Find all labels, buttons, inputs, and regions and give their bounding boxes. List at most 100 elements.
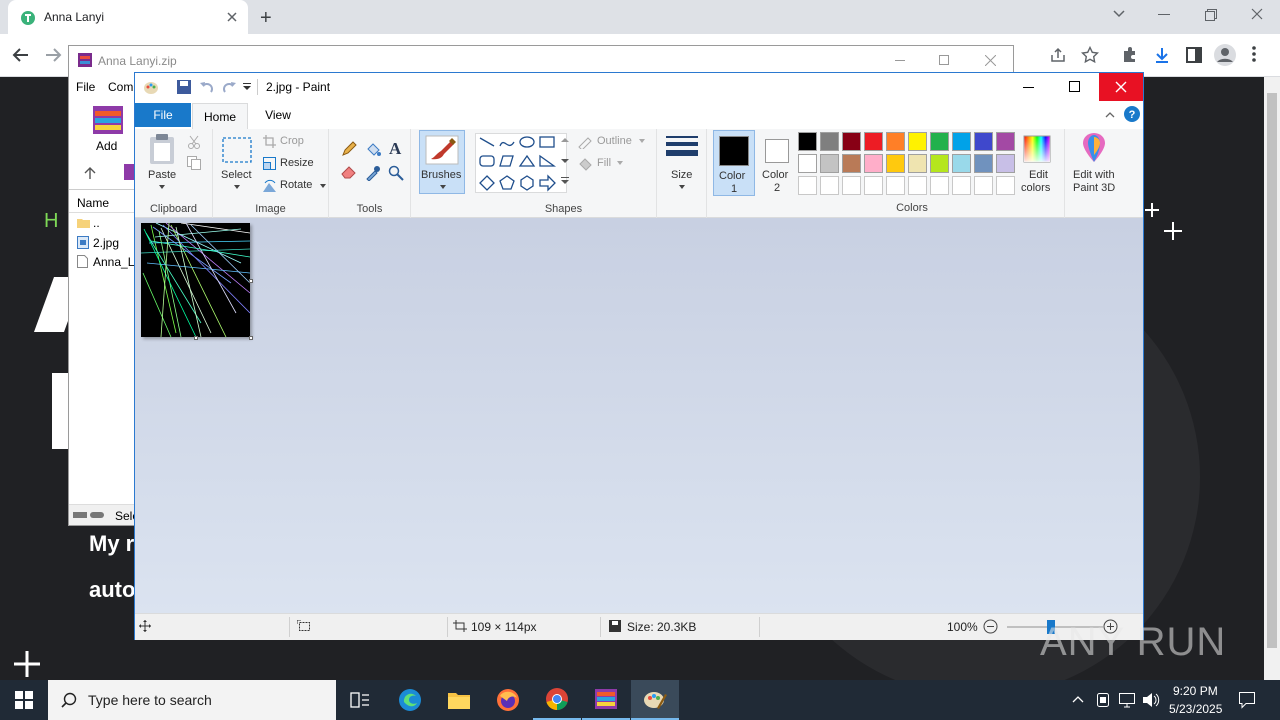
- eraser-icon[interactable]: [341, 165, 357, 179]
- palette-swatch[interactable]: [952, 154, 971, 173]
- save-icon[interactable]: [177, 80, 191, 94]
- outline-label[interactable]: Outline: [597, 135, 632, 147]
- fill-icon[interactable]: [577, 157, 593, 171]
- task-view-button[interactable]: [336, 680, 384, 720]
- palette-custom-swatch[interactable]: [864, 176, 883, 195]
- palette-custom-swatch[interactable]: [886, 176, 905, 195]
- side-panel-icon[interactable]: [1185, 46, 1203, 64]
- winrar-add-icon[interactable]: [91, 104, 125, 136]
- crop-icon[interactable]: [263, 135, 276, 148]
- maximize-icon[interactable]: [1069, 81, 1080, 92]
- edit-with-paint3d-button[interactable]: Edit with Paint 3D: [1069, 130, 1121, 196]
- menu-file[interactable]: File: [76, 80, 95, 94]
- column-header-name[interactable]: Name: [77, 196, 109, 210]
- palette-swatch[interactable]: [952, 132, 971, 151]
- network-icon[interactable]: [1118, 692, 1136, 708]
- close-tab-icon[interactable]: [226, 11, 238, 23]
- up-arrow-icon[interactable]: [84, 166, 96, 180]
- palette-swatch[interactable]: [820, 154, 839, 173]
- palette-swatch[interactable]: [842, 132, 861, 151]
- select-label[interactable]: Select: [221, 169, 252, 181]
- collapse-ribbon-icon[interactable]: [1105, 110, 1115, 118]
- paste-dropdown-icon[interactable]: [159, 185, 165, 189]
- text-tool-icon[interactable]: A: [388, 139, 404, 157]
- palette-swatch[interactable]: [908, 154, 927, 173]
- resize-label[interactable]: Resize: [280, 157, 314, 169]
- outline-dropdown-icon[interactable]: [639, 139, 645, 143]
- palette-swatch[interactable]: [930, 132, 949, 151]
- rotate-icon[interactable]: [263, 179, 276, 192]
- resize-handle-right[interactable]: [249, 279, 253, 283]
- taskbar-file-explorer[interactable]: [435, 680, 483, 720]
- tray-chevron-icon[interactable]: [1072, 695, 1084, 703]
- download-icon[interactable]: [1153, 46, 1171, 64]
- palette-swatch[interactable]: [996, 132, 1015, 151]
- palette-swatch[interactable]: [864, 132, 883, 151]
- resize-handle-bottom[interactable]: [194, 336, 198, 340]
- page-scrollbar[interactable]: [1264, 77, 1280, 680]
- palette-swatch[interactable]: [886, 154, 905, 173]
- forward-arrow-icon[interactable]: [44, 46, 62, 64]
- palette-custom-swatch[interactable]: [974, 176, 993, 195]
- extensions-puzzle-icon[interactable]: [1121, 46, 1139, 64]
- taskbar-search-box[interactable]: Type here to search: [48, 680, 336, 720]
- start-button[interactable]: [0, 680, 48, 720]
- shapes-expand-icon[interactable]: [561, 177, 569, 185]
- resize-handle-corner[interactable]: [249, 336, 253, 340]
- shapes-scroll-up-icon[interactable]: [561, 137, 569, 142]
- palette-custom-swatch[interactable]: [952, 176, 971, 195]
- minimize-icon[interactable]: [1158, 14, 1170, 16]
- minimize-icon[interactable]: [895, 60, 905, 61]
- minimize-icon[interactable]: [1023, 87, 1034, 88]
- close-window-icon[interactable]: [1251, 8, 1263, 20]
- select-dropdown-icon[interactable]: [234, 185, 240, 189]
- tab-search-chevron-icon[interactable]: [1112, 9, 1126, 19]
- taskbar-paint[interactable]: [631, 680, 679, 720]
- shapes-gallery[interactable]: [475, 133, 567, 193]
- volume-icon[interactable]: [1142, 692, 1160, 708]
- notification-icon[interactable]: [1238, 691, 1256, 709]
- clock-date[interactable]: 5/23/2025: [1169, 702, 1222, 716]
- palette-custom-swatch[interactable]: [996, 176, 1015, 195]
- help-icon[interactable]: ?: [1124, 106, 1140, 122]
- undo-icon[interactable]: [200, 80, 214, 94]
- paste-icon[interactable]: [148, 133, 176, 165]
- zoom-out-icon[interactable]: [983, 619, 998, 634]
- tab-view[interactable]: View: [253, 103, 303, 127]
- add-button-label[interactable]: Add: [96, 139, 117, 153]
- select-icon[interactable]: [222, 137, 252, 163]
- color-picker-icon[interactable]: [365, 165, 381, 181]
- rotate-dropdown-icon[interactable]: [320, 184, 326, 188]
- rotate-label[interactable]: Rotate: [280, 179, 312, 191]
- pencil-icon[interactable]: [341, 141, 357, 157]
- palette-swatch[interactable]: [996, 154, 1015, 173]
- back-arrow-icon[interactable]: [12, 46, 30, 64]
- palette-swatch[interactable]: [842, 154, 861, 173]
- crop-label[interactable]: Crop: [280, 135, 304, 147]
- color1-button[interactable]: Color 1: [713, 130, 755, 196]
- bookmark-star-icon[interactable]: [1081, 46, 1099, 64]
- palette-swatch[interactable]: [974, 132, 993, 151]
- taskbar-chrome[interactable]: [533, 680, 581, 720]
- palette-swatch[interactable]: [930, 154, 949, 173]
- new-tab-button[interactable]: +: [260, 7, 272, 30]
- quick-access-dropdown-icon[interactable]: [243, 83, 251, 91]
- color2-button[interactable]: Color 2: [757, 130, 799, 196]
- palette-swatch[interactable]: [798, 132, 817, 151]
- close-button[interactable]: [1099, 73, 1143, 101]
- share-icon[interactable]: [1049, 47, 1067, 63]
- palette-swatch[interactable]: [864, 154, 883, 173]
- size-group[interactable]: Size: [657, 129, 707, 218]
- palette-swatch[interactable]: [798, 154, 817, 173]
- magnifier-icon[interactable]: [388, 165, 404, 181]
- palette-swatch[interactable]: [974, 154, 993, 173]
- palette-custom-swatch[interactable]: [798, 176, 817, 195]
- taskbar-winrar[interactable]: [582, 680, 630, 720]
- close-icon[interactable]: [985, 55, 996, 66]
- resize-icon[interactable]: [263, 157, 276, 170]
- fill-label[interactable]: Fill: [597, 157, 611, 169]
- tray-device-icon[interactable]: [1096, 692, 1110, 708]
- palette-swatch[interactable]: [820, 132, 839, 151]
- restore-icon[interactable]: [1205, 9, 1217, 21]
- chrome-menu-icon[interactable]: [1252, 46, 1256, 62]
